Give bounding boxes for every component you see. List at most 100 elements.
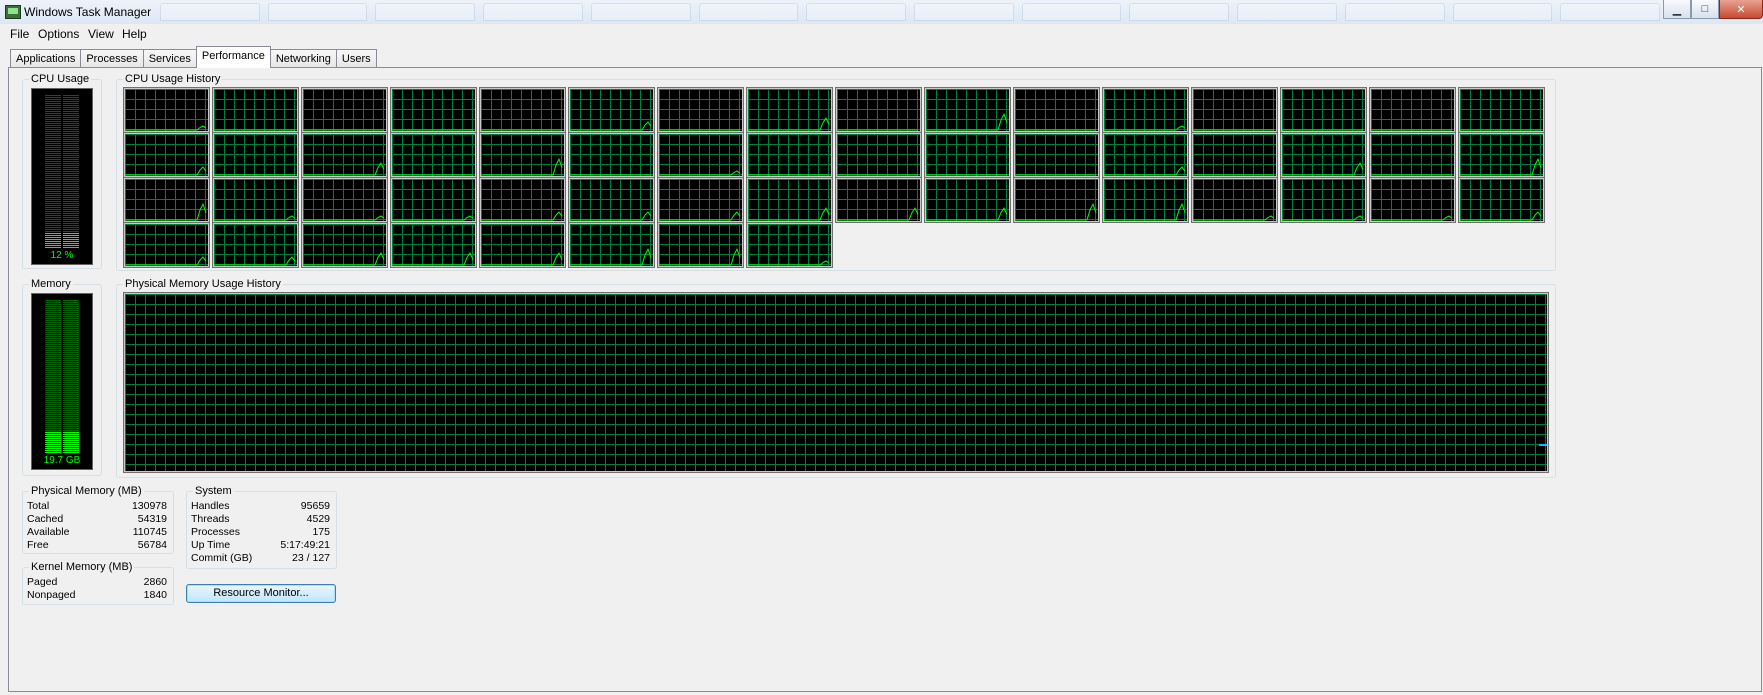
cpu-meter-bars [45, 95, 79, 250]
meter-segment [45, 380, 61, 381]
meter-segment [63, 330, 79, 331]
meter-segment [63, 119, 79, 120]
meter-segment [45, 352, 61, 353]
stat-value: 130978 [131, 500, 167, 512]
ghost-tab [1237, 3, 1337, 21]
meter-segment [45, 191, 61, 192]
meter-segment [63, 310, 79, 311]
ghost-tab [483, 3, 583, 21]
menu-file[interactable]: File [10, 27, 29, 41]
meter-segment [45, 370, 61, 371]
menu-help[interactable]: Help [122, 27, 147, 41]
meter-segment [45, 302, 61, 303]
meter-segment [45, 185, 61, 186]
stat-row: Available 110745 [23, 526, 173, 539]
meter-segment [45, 374, 61, 375]
meter-segment [45, 394, 61, 395]
meter-segment [45, 334, 61, 335]
meter-segment [63, 302, 79, 303]
meter-segment [45, 245, 61, 246]
meter-segment [63, 95, 79, 96]
cpu-core-trace [570, 247, 652, 266]
tab-strip: Applications Processes Services Performa… [10, 46, 377, 68]
meter-segment [63, 380, 79, 381]
ghost-tab [1452, 3, 1553, 21]
minimize-button[interactable]: ▁ [1663, 0, 1691, 19]
meter-segment [45, 159, 61, 160]
meter-segment [63, 215, 79, 216]
tab-performance[interactable]: Performance [195, 46, 271, 68]
meter-segment [63, 362, 79, 363]
maximize-button[interactable]: □ [1691, 0, 1719, 19]
cpu-core-trace [1460, 129, 1541, 131]
meter-segment [63, 145, 79, 146]
cpu-core-line [392, 215, 474, 221]
menu-options[interactable]: Options [38, 27, 79, 41]
meter-segment [45, 209, 61, 210]
meter-segment [63, 348, 79, 349]
cpu-core-trace [392, 129, 473, 131]
cpu-core-line [303, 162, 385, 176]
meter-segment [63, 141, 79, 142]
cpu-core-line [1460, 157, 1542, 176]
meter-segment [63, 446, 79, 447]
meter-segment [63, 169, 79, 170]
cpu-core-trace [392, 215, 474, 221]
meter-segment [45, 241, 61, 242]
meter-segment [45, 215, 61, 216]
meter-segment [63, 452, 79, 453]
meter-segment [45, 430, 61, 431]
meter-segment [63, 201, 79, 202]
meter-segment [63, 328, 79, 329]
stat-value: 23 / 127 [292, 552, 330, 564]
tab-applications[interactable]: Applications [10, 49, 82, 68]
meter-segment [45, 300, 61, 301]
memory-meter: 19.7 GB [31, 293, 93, 470]
tab-services[interactable]: Services [142, 49, 197, 68]
kernel-memory-label: Kernel Memory (MB) [29, 561, 135, 573]
cpu-core-trace [214, 215, 296, 221]
cpu-core-line [214, 215, 296, 221]
ghost-tab [267, 3, 368, 21]
meter-segment [45, 125, 61, 126]
cpu-core-line [125, 202, 207, 221]
meter-segment [45, 139, 61, 140]
meter-segment [45, 225, 61, 226]
meter-segment [63, 161, 79, 162]
cpu-core-graph [1013, 132, 1100, 178]
meter-segment [63, 239, 79, 240]
cpu-core-trace [837, 129, 918, 131]
meter-segment [63, 304, 79, 305]
meter-segment [63, 217, 79, 218]
cpu-core-line [1104, 125, 1186, 131]
meter-segment [63, 135, 79, 136]
meter-segment [63, 177, 79, 178]
cpu-core-line [1015, 202, 1097, 221]
menu-view[interactable]: View [88, 27, 114, 41]
meter-segment [63, 370, 79, 371]
tab-users[interactable]: Users [335, 49, 377, 68]
memory-history-label: Physical Memory Usage History [123, 278, 283, 290]
meter-segment [63, 346, 79, 347]
close-button[interactable]: ✕ [1719, 0, 1763, 19]
meter-segment [63, 149, 79, 150]
cpu-core-trace [303, 252, 385, 266]
resource-monitor-button[interactable]: Resource Monitor... [186, 584, 336, 603]
tab-networking[interactable]: Networking [269, 49, 337, 68]
meter-segment [63, 360, 79, 361]
meter-segment [63, 107, 79, 108]
tab-processes[interactable]: Processes [80, 49, 144, 68]
meter-segment [63, 350, 79, 351]
meter-segment [45, 147, 61, 148]
meter-segment [45, 396, 61, 397]
stat-row: Processes 175 [187, 526, 336, 539]
stat-row: Total 130978 [23, 500, 173, 513]
cpu-core-trace [1282, 129, 1363, 131]
meter-segment [45, 418, 61, 419]
cpu-core-line [570, 121, 652, 131]
meter-segment [45, 340, 61, 341]
meter-segment [45, 237, 61, 238]
cpu-core-graph [479, 87, 566, 133]
cpu-core-graph [1458, 87, 1545, 133]
meter-segment [63, 420, 79, 421]
